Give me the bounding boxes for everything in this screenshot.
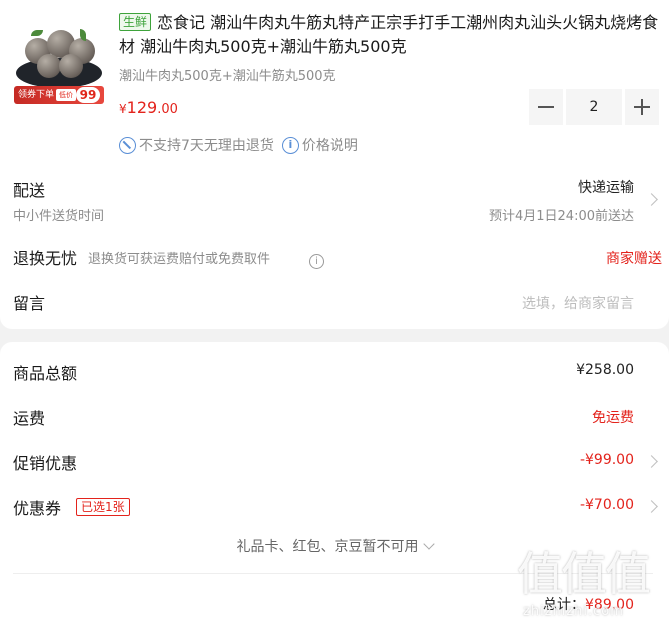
promo-banner-text: 领券下单 bbox=[18, 90, 55, 100]
delivery-method[interactable]: 快递运输 bbox=[578, 177, 634, 197]
chevron-right-icon[interactable] bbox=[645, 455, 658, 468]
no-return-text: 不支持7天无理由退货 bbox=[139, 138, 274, 154]
message-label: 留言 bbox=[13, 294, 46, 313]
price-explain-link[interactable]: 价格说明 bbox=[302, 135, 358, 155]
leaf-image bbox=[80, 29, 86, 41]
info-icon: i bbox=[281, 136, 299, 154]
price-currency: ¥ bbox=[119, 102, 127, 116]
product-spec[interactable]: 潮汕牛肉丸500克+潮汕牛筋丸500克 bbox=[119, 65, 336, 84]
product-title[interactable]: 生鲜 恋食记 潮汕牛肉丸牛筋丸特产正宗手打手工潮州肉丸汕头火锅丸烧烤食材 潮汕牛肉… bbox=[119, 11, 664, 59]
service-notice: 不支持7天无理由退货 i 价格说明 bbox=[119, 135, 358, 155]
increase-button[interactable] bbox=[625, 89, 659, 125]
promo-banner: 领券下单 低价 99 bbox=[14, 86, 104, 104]
order-item-card: 领券下单 低价 99 生鲜 恋食记 潮汕牛肉丸牛筋丸特产正宗手打手工潮州肉丸汕头火… bbox=[0, 0, 669, 329]
chevron-down-icon bbox=[422, 538, 435, 550]
quantity-input[interactable]: 2 bbox=[566, 89, 622, 125]
coupon-tag[interactable]: 已选1张 bbox=[76, 496, 130, 516]
price-decimal: .00 bbox=[157, 102, 178, 117]
decrease-button[interactable] bbox=[529, 89, 563, 125]
delivery-eta[interactable]: 预计4月1日24:00前送达 bbox=[489, 205, 634, 224]
product-title-text: 恋食记 潮汕牛肉丸牛筋丸特产正宗手打手工潮州肉丸汕头火锅丸烧烤食材 潮汕牛肉丸5… bbox=[119, 13, 659, 56]
product-price: ¥129.00 bbox=[119, 98, 178, 117]
coupon-value[interactable]: -¥70.00 bbox=[580, 497, 634, 513]
returns-info[interactable]: i bbox=[309, 249, 324, 269]
plus-icon-vertical bbox=[641, 99, 643, 115]
coupon-tag-text: 已选1张 bbox=[76, 498, 130, 516]
coupon-label: 优惠券 bbox=[13, 499, 62, 518]
shipping-value: 免运费 bbox=[592, 410, 634, 426]
minus-icon bbox=[538, 106, 554, 108]
promo-banner-mid: 低价 bbox=[56, 89, 76, 101]
chevron-right-icon[interactable] bbox=[645, 193, 658, 206]
watermark: 值值值 zhizhizhi.com bbox=[517, 548, 667, 631]
watermark-chars: 值值值 bbox=[517, 547, 651, 601]
chevron-right-icon[interactable] bbox=[645, 500, 658, 513]
meatball-image bbox=[59, 54, 83, 78]
fresh-tag: 生鲜 bbox=[119, 13, 152, 31]
quantity-stepper: 2 bbox=[529, 89, 659, 125]
promo-label: 促销优惠 bbox=[13, 454, 78, 473]
goods-total-label: 商品总额 bbox=[13, 364, 78, 383]
gift-line-text: 礼品卡、红包、京豆暂不可用 bbox=[236, 539, 419, 555]
returns-right: 商家赠送 bbox=[606, 251, 662, 267]
price-integer: 129 bbox=[126, 98, 158, 117]
no-return-icon bbox=[119, 136, 136, 154]
delivery-sub: 中小件送货时间 bbox=[13, 209, 105, 224]
product-thumbnail[interactable]: 领券下单 低价 99 bbox=[11, 8, 106, 106]
meatball-image bbox=[37, 54, 61, 78]
message-input[interactable]: 选填，给商家留言 bbox=[522, 293, 634, 313]
shipping-label: 运费 bbox=[13, 409, 46, 428]
returns-desc: 退换货可获运费赔付或免费取件 bbox=[88, 252, 271, 267]
info-icon: i bbox=[309, 254, 324, 269]
returns-label: 退换无忧 bbox=[13, 249, 78, 268]
promo-value[interactable]: -¥99.00 bbox=[580, 452, 634, 468]
goods-total-value: ¥258.00 bbox=[576, 362, 634, 378]
leaf-image bbox=[31, 30, 43, 36]
delivery-label: 配送 bbox=[13, 181, 46, 200]
promo-banner-price: 99 bbox=[76, 87, 100, 103]
watermark-url: zhizhizhi.com bbox=[523, 604, 624, 619]
